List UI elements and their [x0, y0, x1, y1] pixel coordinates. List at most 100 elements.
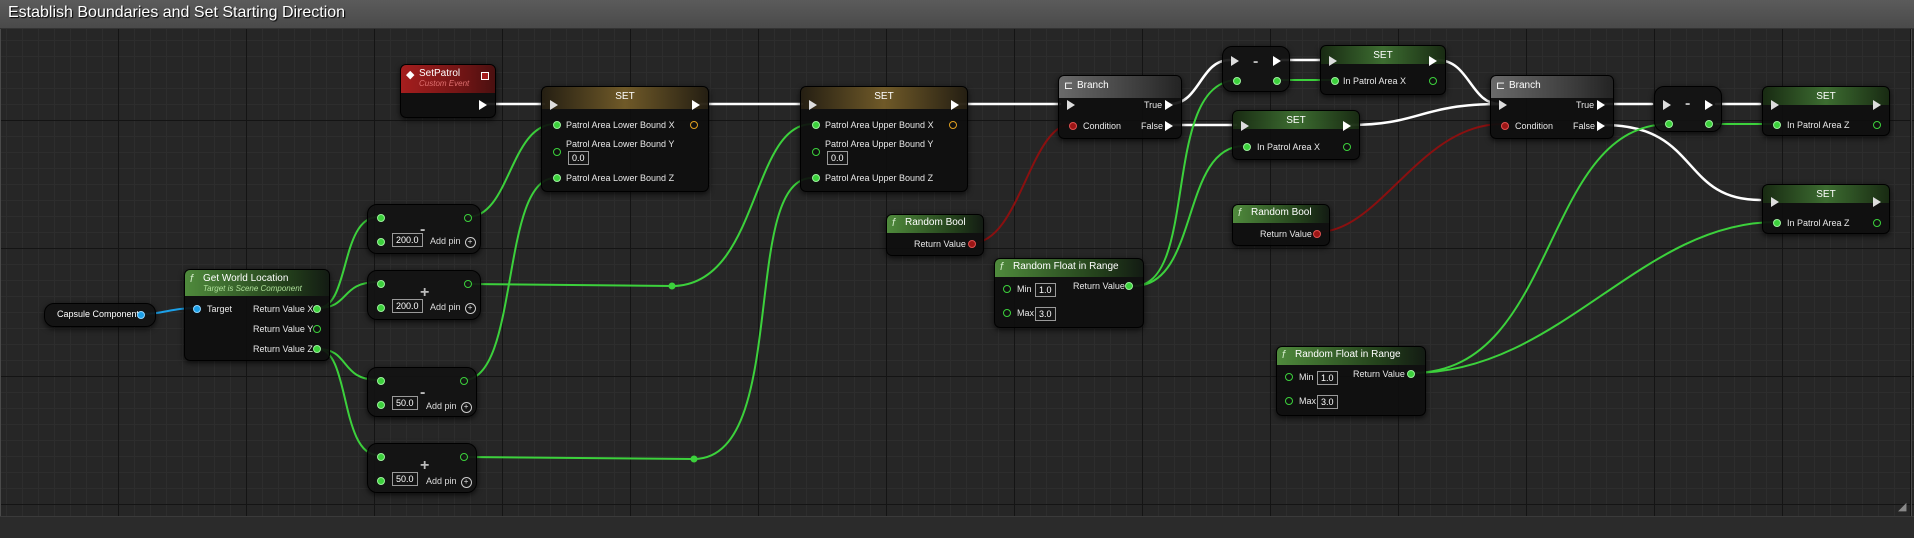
value-field[interactable]: 50.0	[392, 472, 418, 486]
node-set-upper-bounds[interactable]: SET Patrol Area Upper Bound X Patrol Are…	[800, 86, 968, 192]
node-branch[interactable]: ⊏ Branch True Condition False	[1058, 75, 1182, 139]
min-pin[interactable]	[1285, 373, 1293, 381]
exec-in-pin[interactable]	[1771, 197, 1779, 207]
node-set-in-patrol-area-z[interactable]: SET In Patrol Area Z	[1762, 86, 1890, 136]
exec-in-pin[interactable]	[550, 100, 558, 110]
condition-pin[interactable]	[1069, 122, 1077, 130]
input-b-pin[interactable]	[377, 401, 385, 409]
object-out-pin[interactable]	[137, 311, 145, 319]
blueprint-graph-canvas[interactable]: Establish Boundaries and Set Starting Di…	[0, 0, 1914, 538]
exec-in-pin[interactable]	[1241, 121, 1249, 131]
node-set-lower-bounds[interactable]: SET Patrol Area Lower Bound X Patrol Are…	[541, 86, 709, 192]
node-set-in-patrol-area-x[interactable]: SET In Patrol Area X	[1232, 110, 1360, 160]
exec-in-pin[interactable]	[1067, 100, 1075, 110]
exec-out-pin[interactable]	[1429, 56, 1437, 66]
add-pin-button[interactable]: Add pin +	[430, 302, 476, 314]
exec-in-pin[interactable]	[1663, 100, 1671, 110]
exec-out-pin[interactable]	[1873, 100, 1881, 110]
output-pin[interactable]	[1343, 143, 1351, 151]
input-a-pin[interactable]	[377, 377, 385, 385]
return-value-pin[interactable]	[1125, 282, 1133, 290]
add-pin-button[interactable]: Add pin +	[430, 236, 476, 248]
node-set-in-patrol-area-z[interactable]: SET In Patrol Area Z	[1762, 184, 1890, 234]
input-b-pin[interactable]	[377, 304, 385, 312]
in-patrol-area-x-pin[interactable]	[1331, 77, 1339, 85]
node-add-float[interactable]: 200.0 + Add pin +	[367, 270, 481, 320]
output-pin[interactable]	[1429, 77, 1437, 85]
node-add-float[interactable]: 50.0 + Add pin +	[367, 443, 477, 493]
max-pin[interactable]	[1003, 309, 1011, 317]
output-struct-pin[interactable]	[949, 121, 957, 129]
add-pin-button[interactable]: Add pin +	[426, 476, 472, 488]
node-random-bool[interactable]: f Random Bool Return Value	[886, 214, 984, 256]
in-patrol-area-z-pin[interactable]	[1773, 219, 1781, 227]
exec-out-pin[interactable]	[1705, 100, 1713, 110]
lower-z-pin[interactable]	[553, 174, 561, 182]
node-random-float-in-range[interactable]: f Random Float in Range Min 1.0 Return V…	[994, 258, 1144, 328]
false-exec-pin[interactable]	[1165, 121, 1173, 131]
true-exec-pin[interactable]	[1165, 100, 1173, 110]
upper-x-pin[interactable]	[812, 121, 820, 129]
return-x-pin[interactable]	[313, 305, 321, 313]
node-negate-float[interactable]: -	[1222, 46, 1290, 92]
exec-out-pin[interactable]	[951, 100, 959, 110]
exec-in-pin[interactable]	[1771, 100, 1779, 110]
lower-y-pin[interactable]	[553, 148, 561, 156]
exec-out-pin[interactable]	[1343, 121, 1351, 131]
value-field[interactable]: 50.0	[392, 396, 418, 410]
return-z-pin[interactable]	[313, 345, 321, 353]
return-value-pin[interactable]	[968, 240, 976, 248]
node-subtract-float[interactable]: 50.0 - Add pin +	[367, 367, 477, 417]
exec-in-pin[interactable]	[1329, 56, 1337, 66]
value-field[interactable]: 1.0	[1035, 283, 1056, 297]
false-exec-pin[interactable]	[1597, 121, 1605, 131]
exec-in-pin[interactable]	[1231, 56, 1239, 66]
input-a-pin[interactable]	[377, 280, 385, 288]
node-branch[interactable]: ⊏ Branch True Condition False	[1490, 75, 1614, 139]
target-pin[interactable]	[193, 305, 201, 313]
return-value-pin[interactable]	[1407, 370, 1415, 378]
value-field[interactable]: 1.0	[1317, 371, 1338, 385]
input-a-pin[interactable]	[377, 214, 385, 222]
exec-in-pin[interactable]	[809, 100, 817, 110]
value-field[interactable]: 200.0	[392, 299, 423, 313]
output-pin[interactable]	[1873, 219, 1881, 227]
max-pin[interactable]	[1285, 397, 1293, 405]
value-field[interactable]: 3.0	[1317, 395, 1338, 409]
input-pin[interactable]	[1665, 120, 1673, 128]
lower-x-pin[interactable]	[553, 121, 561, 129]
node-setpatrol-event[interactable]: ◆ SetPatrol Custom Event	[400, 64, 496, 118]
output-pin[interactable]	[460, 453, 468, 461]
node-subtract-float[interactable]: 200.0 - Add pin +	[367, 204, 481, 254]
exec-in-pin[interactable]	[1499, 100, 1507, 110]
output-struct-pin[interactable]	[690, 121, 698, 129]
node-set-in-patrol-area-x[interactable]: SET In Patrol Area X	[1320, 45, 1446, 95]
exec-out-pin[interactable]	[479, 100, 487, 110]
condition-pin[interactable]	[1501, 122, 1509, 130]
in-patrol-area-z-pin[interactable]	[1773, 121, 1781, 129]
input-b-pin[interactable]	[377, 477, 385, 485]
return-y-pin[interactable]	[313, 325, 321, 333]
output-pin[interactable]	[1273, 77, 1281, 85]
input-b-pin[interactable]	[377, 238, 385, 246]
node-random-float-in-range[interactable]: f Random Float in Range Min 1.0 Return V…	[1276, 346, 1426, 416]
output-pin[interactable]	[1705, 120, 1713, 128]
exec-out-pin[interactable]	[1273, 56, 1281, 66]
true-exec-pin[interactable]	[1597, 100, 1605, 110]
add-pin-button[interactable]: Add pin +	[426, 401, 472, 413]
in-patrol-area-x-pin[interactable]	[1243, 143, 1251, 151]
min-pin[interactable]	[1003, 285, 1011, 293]
value-field[interactable]: 0.0	[827, 151, 848, 165]
delegate-pin[interactable]	[481, 72, 489, 80]
exec-out-pin[interactable]	[1873, 197, 1881, 207]
node-capsule-component[interactable]: Capsule Component	[44, 303, 156, 327]
node-random-bool[interactable]: f Random Bool Return Value	[1232, 204, 1330, 246]
exec-out-pin[interactable]	[692, 100, 700, 110]
upper-y-pin[interactable]	[812, 148, 820, 156]
node-get-world-location[interactable]: f Get World Location Target is Scene Com…	[184, 269, 330, 361]
input-a-pin[interactable]	[377, 453, 385, 461]
input-pin[interactable]	[1233, 77, 1241, 85]
upper-z-pin[interactable]	[812, 174, 820, 182]
value-field[interactable]: 200.0	[392, 233, 423, 247]
output-pin[interactable]	[1873, 121, 1881, 129]
